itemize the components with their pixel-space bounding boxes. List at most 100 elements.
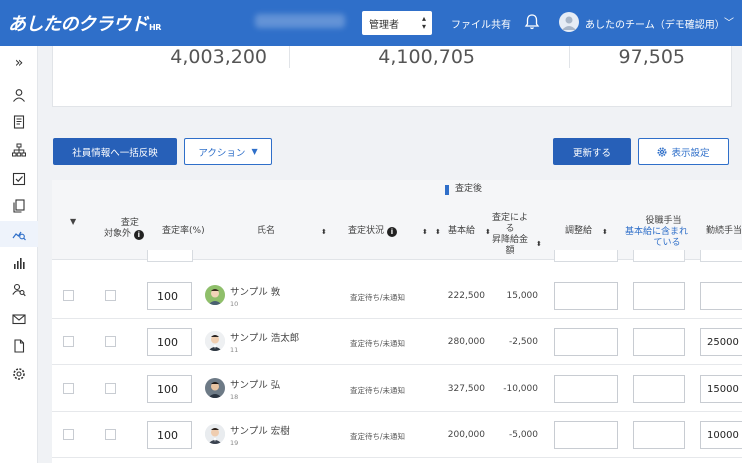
exclude-checkbox[interactable] bbox=[105, 336, 116, 347]
app-logo[interactable]: あしたのクラウドHR bbox=[8, 10, 161, 36]
title-allowance-input[interactable] bbox=[633, 328, 685, 356]
account-avatar[interactable] bbox=[559, 12, 579, 32]
header-base[interactable]: 基本給 bbox=[448, 226, 475, 237]
adjust-input[interactable] bbox=[554, 375, 618, 403]
reflect-to-employee-button[interactable]: 社員情報へ一括反映 bbox=[53, 138, 177, 165]
person-search-icon[interactable] bbox=[0, 277, 38, 303]
header-raise[interactable]: 査定によ る 昇降給金 額 bbox=[492, 213, 528, 257]
rate-filter-input[interactable] bbox=[147, 250, 193, 262]
adjust-filter-input[interactable] bbox=[554, 250, 618, 262]
employee-id: 19 bbox=[230, 439, 239, 447]
avatar bbox=[205, 331, 225, 351]
row-select-checkbox[interactable] bbox=[63, 383, 74, 394]
bell-icon[interactable] bbox=[524, 12, 540, 32]
table-row: 100 サンプル 宏樹 19 査定待ち/未通知 200,000 -5,000 1… bbox=[52, 412, 742, 458]
rate-input[interactable]: 100 bbox=[147, 282, 192, 310]
mail-icon[interactable] bbox=[0, 306, 38, 332]
header-title-allowance[interactable]: 役職手当 基本給に含まれ ている bbox=[625, 216, 688, 249]
chevron-down-icon[interactable]: ﹀ bbox=[724, 14, 734, 29]
employee-name[interactable]: サンプル 浩太郎 bbox=[230, 330, 299, 344]
user-icon[interactable] bbox=[0, 82, 38, 108]
sort-icon[interactable]: ⬍ bbox=[485, 228, 491, 236]
blurred-company-name bbox=[255, 14, 345, 28]
display-settings-button[interactable]: 表示設定 bbox=[638, 138, 729, 165]
header-status[interactable]: 査定状況 i bbox=[348, 226, 397, 237]
adjust-input[interactable] bbox=[554, 421, 618, 449]
document-icon[interactable] bbox=[0, 109, 38, 135]
header-title-allowance-note-line1: 基本給に含まれ bbox=[625, 227, 689, 237]
file-icon[interactable] bbox=[0, 333, 38, 359]
header-rate[interactable]: 査定率(%) bbox=[162, 226, 205, 237]
title-allowance-input[interactable] bbox=[633, 421, 685, 449]
collapse-icon[interactable]: » bbox=[0, 50, 38, 76]
row-select-checkbox[interactable] bbox=[63, 336, 74, 347]
tenure-allowance-input[interactable] bbox=[700, 282, 742, 310]
employee-name[interactable]: サンプル 弘 bbox=[230, 377, 280, 391]
header-adjust[interactable]: 調整給 bbox=[565, 226, 592, 237]
action-button[interactable]: アクション ▼ bbox=[184, 138, 272, 165]
role-select[interactable]: 管理者 ▴ ▾ bbox=[362, 11, 432, 35]
header-raise-line3: 昇降給金 bbox=[492, 235, 529, 245]
table-header: 査定後 ▼ 査定 対象外 i 査定率(%) 氏名 ⬍ 査定状況 i ⬍ ⬍ 基本… bbox=[52, 180, 742, 262]
assessment-table: 査定後 ▼ 査定 対象外 i 査定率(%) 氏名 ⬍ 査定状況 i ⬍ ⬍ 基本… bbox=[52, 180, 742, 463]
assessment-status: 査定待ち/未通知 bbox=[350, 339, 406, 348]
bar-chart-icon[interactable] bbox=[0, 250, 38, 276]
assessment-status: 査定待ち/未通知 bbox=[350, 386, 406, 395]
summary-value-diff: 97,505 bbox=[618, 46, 685, 68]
adjust-input[interactable] bbox=[554, 282, 618, 310]
sidebar: » bbox=[0, 46, 38, 463]
avatar bbox=[205, 424, 225, 444]
row-select-checkbox[interactable] bbox=[63, 290, 74, 301]
team-name[interactable]: あしたのチーム（デモ確認用） bbox=[585, 16, 725, 31]
exclude-checkbox[interactable] bbox=[105, 383, 116, 394]
row-select-checkbox[interactable] bbox=[63, 429, 74, 440]
rate-input[interactable]: 100 bbox=[147, 328, 192, 356]
summary-divider bbox=[569, 46, 570, 68]
checklist-icon[interactable] bbox=[0, 166, 38, 192]
sort-icon[interactable]: ⬍ bbox=[602, 228, 608, 236]
employee-name[interactable]: サンプル 敦 bbox=[230, 284, 280, 298]
header-exclude-line2: 対象外 i bbox=[104, 229, 144, 240]
logo-sub: HR bbox=[149, 23, 161, 32]
sort-icon[interactable]: ⬍ bbox=[435, 228, 441, 236]
title-allowance-input[interactable] bbox=[633, 375, 685, 403]
select-all-caret-icon[interactable]: ▼ bbox=[70, 216, 76, 227]
copy-icon[interactable] bbox=[0, 193, 38, 219]
org-chart-icon[interactable] bbox=[0, 137, 38, 163]
summary-card: 4,003,200 4,100,705 97,505 bbox=[52, 46, 732, 107]
header-raise-line2: る bbox=[505, 224, 515, 234]
settings-icon[interactable] bbox=[0, 361, 38, 387]
raise-amount: -10,000 bbox=[503, 384, 538, 394]
table-row: 100 サンプル 浩太郎 11 査定待ち/未通知 280,000 -2,500 … bbox=[52, 319, 742, 365]
select-arrows-icon: ▴ ▾ bbox=[421, 14, 426, 31]
exclude-checkbox[interactable] bbox=[105, 290, 116, 301]
sort-icon[interactable]: ⬍ bbox=[536, 240, 542, 248]
tenure-allowance-input[interactable]: 10000 bbox=[700, 421, 742, 449]
display-settings-label: 表示設定 bbox=[671, 147, 710, 159]
title-allowance-filter-input[interactable] bbox=[633, 250, 685, 262]
rate-input[interactable]: 100 bbox=[147, 421, 192, 449]
header-tenure-allowance[interactable]: 勤続手当 bbox=[706, 226, 742, 237]
summary-divider bbox=[289, 46, 290, 68]
header-status-label: 査定状況 bbox=[348, 226, 385, 236]
title-allowance-input[interactable] bbox=[633, 282, 685, 310]
exclude-checkbox[interactable] bbox=[105, 429, 116, 440]
employee-id: 18 bbox=[230, 393, 239, 401]
sort-icon[interactable]: ⬍ bbox=[422, 228, 428, 236]
adjust-input[interactable] bbox=[554, 328, 618, 356]
assessment-status: 査定待ち/未通知 bbox=[350, 293, 406, 302]
rate-input[interactable]: 100 bbox=[147, 375, 192, 403]
header-name[interactable]: 氏名 bbox=[257, 226, 275, 237]
employee-id: 10 bbox=[230, 300, 239, 308]
header-exclude[interactable]: 査定 対象外 i bbox=[104, 218, 144, 240]
update-button[interactable]: 更新する bbox=[553, 138, 631, 165]
tenure-allowance-input[interactable]: 15000 bbox=[700, 375, 742, 403]
file-share-link[interactable]: ファイル共有 bbox=[451, 16, 511, 31]
employee-name[interactable]: サンプル 宏樹 bbox=[230, 423, 290, 437]
header-raise-line4: 額 bbox=[505, 246, 515, 256]
sort-icon[interactable]: ⬍ bbox=[321, 228, 327, 236]
assessment-search-icon[interactable] bbox=[0, 221, 38, 247]
header-title-allowance-note-line2: ている bbox=[653, 238, 681, 248]
tenure-filter-input[interactable] bbox=[700, 250, 742, 262]
tenure-allowance-input[interactable]: 25000 bbox=[700, 328, 742, 356]
